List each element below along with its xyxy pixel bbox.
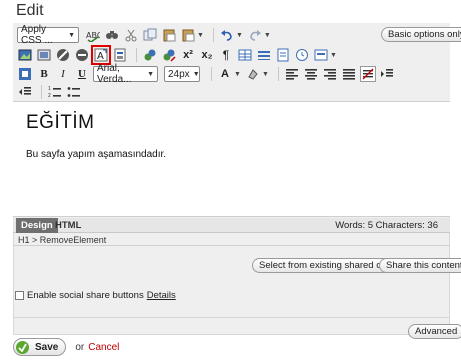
or-text: or	[75, 341, 85, 353]
unlink-icon[interactable]	[161, 47, 177, 63]
bold-button[interactable]: B	[36, 66, 52, 82]
justify-icon[interactable]	[341, 66, 357, 82]
font-family-select[interactable]: Arial, Verda... ▼	[93, 63, 158, 85]
align-center-icon[interactable]	[303, 66, 319, 82]
spellcheck-icon[interactable]: ABC	[85, 27, 101, 43]
page-title: Edit	[16, 2, 44, 19]
toolbar-separator	[41, 85, 42, 99]
chevron-down-icon: ▼	[68, 31, 75, 39]
save-button[interactable]: Save	[13, 338, 67, 356]
save-label: Save	[35, 341, 59, 353]
divider	[13, 245, 450, 246]
apply-css-label: Apply CSS ...	[21, 24, 53, 46]
table-icon[interactable]	[237, 47, 253, 63]
align-right-icon[interactable]	[322, 66, 338, 82]
font-size-label: 24px	[168, 68, 190, 80]
clock-icon[interactable]	[294, 47, 310, 63]
chevron-down-icon[interactable]: ▼	[236, 32, 243, 39]
social-share-option: Enable social share buttons Details	[15, 290, 176, 301]
word-count: Words: 5 Characters: 36	[335, 220, 438, 231]
share-content-label: Share this content	[386, 260, 461, 271]
form-icon[interactable]	[313, 47, 329, 63]
svg-text:A: A	[97, 51, 104, 62]
highlight-color-icon[interactable]	[245, 66, 261, 82]
toolbar-separator	[136, 48, 137, 62]
chevron-down-icon[interactable]: ▼	[197, 32, 204, 39]
remove-element-icon[interactable]	[74, 47, 90, 63]
align-left-icon[interactable]	[284, 66, 300, 82]
font-family-label: Arial, Verda...	[97, 63, 132, 85]
superscript-icon[interactable]: x²	[180, 47, 196, 63]
share-content-button[interactable]: Share this content	[379, 258, 461, 273]
chevron-down-icon: ▼	[147, 70, 154, 78]
tab-html[interactable]: HTML	[55, 218, 81, 233]
details-link[interactable]: Details	[147, 290, 176, 301]
redo-icon[interactable]	[247, 27, 263, 43]
editor-statusbar: Design HTML Words: 5 Characters: 36	[13, 218, 450, 233]
toolbar-row-2: A x² x₂ ¶ ▼	[17, 45, 341, 65]
editor-toolbar: Apply CSS ... ▼ ABC ▼ ▼ ▼ Basic options …	[13, 23, 461, 101]
font-color-icon[interactable]: A	[217, 66, 233, 82]
social-share-checkbox[interactable]	[15, 291, 24, 300]
chevron-down-icon[interactable]: ▼	[262, 71, 269, 78]
chevron-down-icon[interactable]: ▼	[330, 52, 337, 59]
insert-character-icon[interactable]: A	[91, 45, 111, 65]
outdent-icon[interactable]	[17, 84, 33, 100]
editor-heading[interactable]: EĞİTİM	[26, 112, 94, 134]
image-icon[interactable]	[17, 47, 33, 63]
link-icon[interactable]	[142, 47, 158, 63]
social-share-label: Enable social share buttons	[27, 290, 144, 301]
bullet-list-icon[interactable]	[66, 84, 82, 100]
paragraph-icon[interactable]: ¶	[218, 47, 234, 63]
select-all-icon[interactable]	[17, 66, 33, 82]
template-icon[interactable]	[112, 47, 128, 63]
tab-design[interactable]: Design	[16, 218, 58, 233]
svg-text:1: 1	[48, 86, 51, 92]
advanced-label: Advanced	[415, 326, 458, 337]
toolbar-row-3: B I U Arial, Verda... ▼ 24px ▼ A ▼ ▼	[17, 63, 398, 85]
cut-icon[interactable]	[123, 27, 139, 43]
toolbar-separator	[277, 67, 279, 81]
undo-icon[interactable]	[219, 27, 235, 43]
basic-options-label: Basic options only	[388, 29, 461, 40]
toolbar-separator	[211, 67, 212, 81]
checkmark-icon	[16, 340, 29, 354]
editor-content[interactable]: EĞİTİM Bu sayfa yapım aşamasındadır.	[13, 101, 450, 217]
bold-label: B	[40, 67, 48, 80]
cancel-link[interactable]: Cancel	[88, 342, 119, 353]
toolbar-separator	[212, 28, 214, 42]
subscript-icon[interactable]: x₂	[199, 47, 215, 63]
action-bar: Save or Cancel	[13, 338, 119, 356]
font-size-select[interactable]: 24px ▼	[164, 66, 200, 82]
toolbar-row-1: Apply CSS ... ▼ ABC ▼ ▼ ▼	[17, 24, 275, 46]
italic-button[interactable]: I	[55, 66, 71, 82]
numbered-list-icon[interactable]: 12	[47, 84, 63, 100]
chevron-down-icon: ▼	[192, 70, 200, 78]
editor-paragraph[interactable]: Bu sayfa yapım aşamasındadır.	[26, 149, 166, 160]
paste-icon[interactable]	[161, 27, 177, 43]
clear-format-icon[interactable]	[359, 66, 376, 82]
find-icon[interactable]	[104, 27, 120, 43]
element-path: H1 > RemoveElement	[18, 235, 107, 245]
underline-label: U	[78, 67, 86, 80]
horizontal-rule-icon[interactable]	[256, 47, 272, 63]
apply-css-select[interactable]: Apply CSS ... ▼	[17, 24, 79, 46]
copy-icon[interactable]	[142, 27, 158, 43]
chevron-down-icon[interactable]: ▼	[234, 71, 241, 78]
toolbar-row-4: 12	[17, 83, 85, 101]
paste-special-icon[interactable]	[180, 27, 196, 43]
svg-text:2: 2	[48, 93, 51, 99]
divider	[13, 317, 450, 318]
media-icon[interactable]	[36, 47, 52, 63]
italic-label: I	[61, 67, 65, 80]
chevron-down-icon[interactable]: ▼	[264, 32, 271, 39]
advanced-button[interactable]: Advanced	[408, 324, 461, 339]
indent-icon[interactable]	[379, 66, 395, 82]
document-icon[interactable]	[275, 47, 291, 63]
svg-text:ABC: ABC	[86, 31, 100, 40]
no-entry-icon[interactable]	[55, 47, 71, 63]
basic-options-button[interactable]: Basic options only	[381, 27, 461, 42]
underline-button[interactable]: U	[74, 66, 90, 82]
